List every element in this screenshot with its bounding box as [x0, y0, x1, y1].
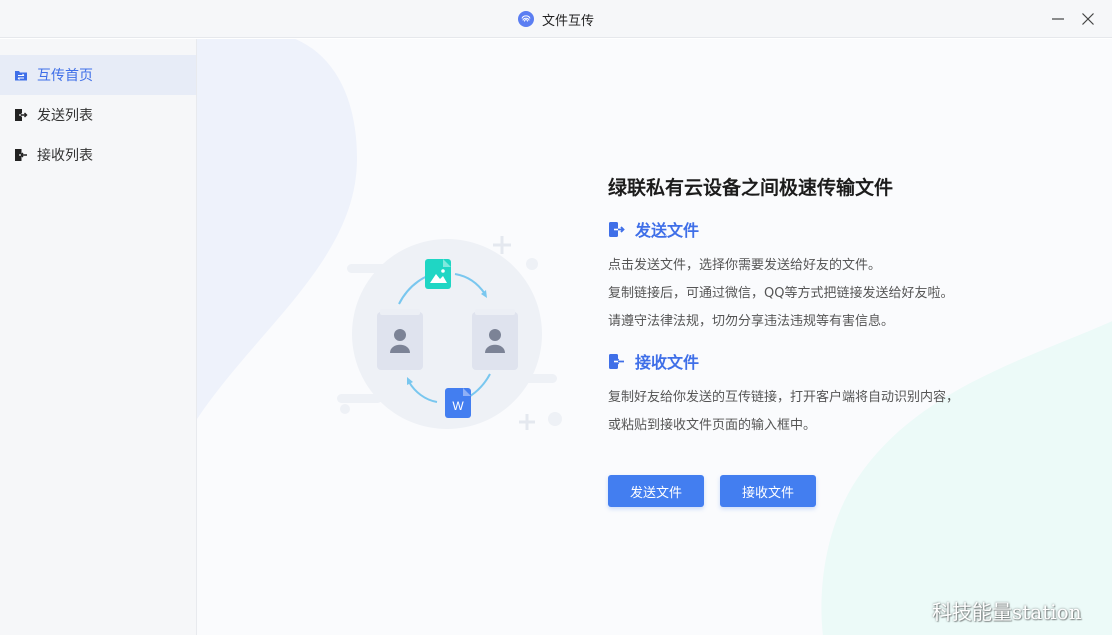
sidebar: 互传首页 发送列表 接收列表 [0, 39, 197, 635]
receive-file-icon [609, 353, 624, 369]
sidebar-item-receive-list[interactable]: 接收列表 [0, 135, 196, 175]
send-list-icon [15, 109, 28, 121]
window-title: 文件互传 [541, 13, 594, 29]
home-transfer-icon [15, 71, 27, 81]
send-section-label: 发送文件 [635, 221, 700, 240]
word-file-letter: W [452, 399, 464, 413]
receive-desc-1: 复制好友给你发送的互传链接，打开客户端将自动识别内容， [608, 390, 960, 405]
main-panel: W 绿联私有云设备之间极速传输文件 发送文件 点击发送文件，选择你需要发送给好友… [197, 39, 1112, 635]
transfer-illustration: W [337, 236, 562, 430]
sidebar-item-label: 接收列表 [37, 148, 93, 164]
send-file-icon [609, 221, 625, 237]
page-headline: 绿联私有云设备之间极速传输文件 [608, 177, 894, 199]
minimize-button[interactable] [1048, 9, 1068, 29]
sidebar-item-send-list[interactable]: 发送列表 [0, 95, 196, 135]
send-desc-2: 复制链接后，可通过微信，QQ等方式把链接发送给好友啦。 [608, 286, 954, 301]
receive-file-button[interactable]: 接收文件 [720, 475, 816, 507]
send-desc-1: 点击发送文件，选择你需要发送给好友的文件。 [608, 258, 882, 273]
send-file-button[interactable]: 发送文件 [608, 475, 704, 507]
sidebar-item-label: 互传首页 [37, 68, 93, 84]
close-button[interactable] [1078, 9, 1098, 29]
receive-desc-2: 或粘贴到接收文件页面的输入框中。 [608, 418, 817, 433]
receive-list-icon [15, 149, 27, 161]
watermark-text: 科技能量station [932, 600, 1082, 624]
send-section-title: 发送文件 [608, 217, 699, 241]
window-title-group: 文件互传 [0, 0, 1112, 38]
send-desc-3: 请遵守法律法规，切勿分享违法违规等有害信息。 [608, 314, 895, 329]
receive-section-title: 接收文件 [608, 349, 699, 373]
sidebar-item-label: 发送列表 [37, 108, 93, 124]
receive-section-label: 接收文件 [635, 353, 700, 372]
minimize-icon [1052, 18, 1064, 20]
fingerprint-app-icon [517, 11, 534, 27]
close-icon [1082, 13, 1094, 25]
sidebar-item-transfer-home[interactable]: 互传首页 [0, 55, 196, 95]
background-blob-teal [821, 321, 1112, 635]
title-bar: 文件互传 [0, 0, 1112, 38]
